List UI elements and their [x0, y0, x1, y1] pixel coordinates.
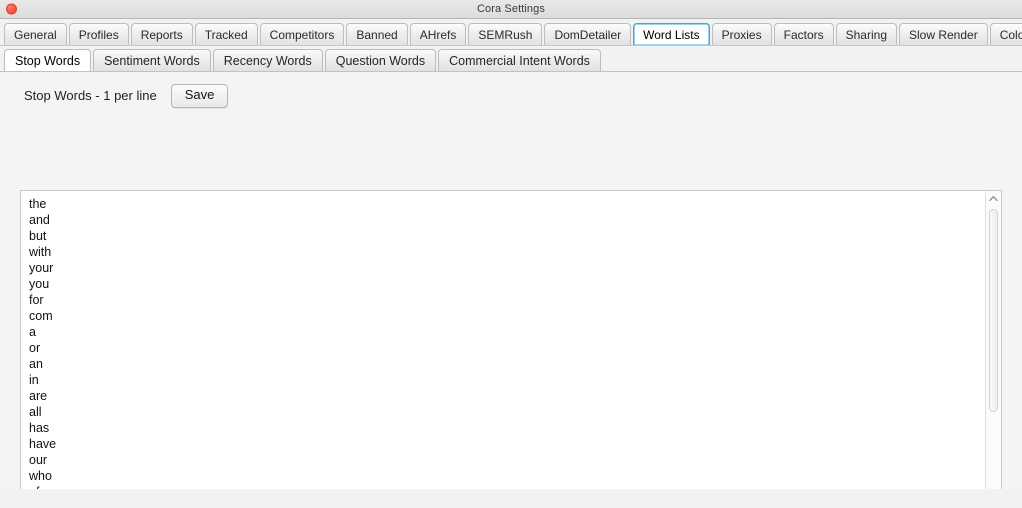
field-label: Stop Words - 1 per line: [24, 88, 157, 104]
tab-word-lists[interactable]: Word Lists: [633, 23, 710, 45]
secondary-tab-bar: Stop Words Sentiment Words Recency Words Qu…: [0, 46, 1022, 72]
word-line: are: [29, 389, 48, 403]
title-bar: Cora Settings: [0, 0, 1022, 19]
tab-banned[interactable]: Banned: [346, 23, 408, 45]
chevron-up-icon: [989, 195, 998, 202]
tab-ahrefs[interactable]: AHrefs: [409, 23, 467, 45]
word-line: for: [29, 293, 44, 307]
word-line: with: [29, 245, 52, 259]
subtab-recency-words[interactable]: Recency Words: [212, 49, 323, 71]
tab-competitors[interactable]: Competitors: [259, 23, 345, 45]
word-line: a: [29, 325, 36, 339]
subtab-commercial-intent-words[interactable]: Commercial Intent Words: [438, 49, 601, 71]
word-line: all: [29, 405, 42, 419]
word-line: the: [29, 197, 47, 211]
bottom-strip: [0, 489, 1022, 508]
tab-domdetailer[interactable]: DomDetailer: [544, 23, 632, 45]
word-line: who: [29, 469, 52, 483]
tab-sharing[interactable]: Sharing: [835, 23, 897, 45]
content-pane: Stop Words - 1 per line Save the and but wi…: [0, 72, 1022, 508]
save-button[interactable]: Save: [170, 84, 229, 108]
subtab-stop-words[interactable]: Stop Words: [4, 49, 92, 71]
primary-tab-bar: General Profiles Reports Tracked Competitors…: [0, 19, 1022, 46]
vertical-scrollbar[interactable]: [985, 191, 1001, 508]
subtab-sentiment-words[interactable]: Sentiment Words: [93, 49, 211, 71]
tab-reports[interactable]: Reports: [130, 23, 193, 45]
scrollbar-thumb[interactable]: [989, 209, 998, 412]
tab-semrush[interactable]: SEMRush: [468, 23, 543, 45]
word-line: our: [29, 453, 48, 467]
tab-general[interactable]: General: [4, 23, 67, 45]
tab-proxies[interactable]: Proxies: [711, 23, 772, 45]
word-line: an: [29, 357, 43, 371]
word-line: in: [29, 373, 39, 387]
tab-factors[interactable]: Factors: [773, 23, 834, 45]
tab-colors[interactable]: Colors: [989, 23, 1022, 45]
app-window: Cora Settings General Profiles Reports Trac…: [0, 0, 1022, 508]
word-line: have: [29, 437, 57, 451]
scroll-up-button[interactable]: [986, 191, 1001, 206]
tab-tracked[interactable]: Tracked: [194, 23, 258, 45]
scrollbar-track[interactable]: [986, 206, 1001, 508]
tab-slow-render[interactable]: Slow Render: [899, 23, 988, 45]
word-line: you: [29, 277, 50, 291]
word-line: has: [29, 421, 50, 435]
toolbar-row: Stop Words - 1 per line Save: [0, 72, 1022, 118]
stop-words-textarea[interactable]: the and but with your you for com a or an in are all h…: [20, 190, 1002, 508]
word-line: com: [29, 309, 53, 323]
window-title: Cora Settings: [477, 3, 545, 15]
close-button-icon[interactable]: [6, 3, 17, 15]
tab-profiles[interactable]: Profiles: [68, 23, 129, 45]
word-line: your: [29, 261, 54, 275]
word-line: or: [29, 341, 41, 355]
word-line: and: [29, 213, 50, 227]
window-controls: [6, 3, 17, 15]
word-line: but: [29, 229, 47, 243]
word-list[interactable]: the and but with your you for com a or an in are all h…: [21, 191, 985, 508]
subtab-question-words[interactable]: Question Words: [324, 49, 437, 71]
